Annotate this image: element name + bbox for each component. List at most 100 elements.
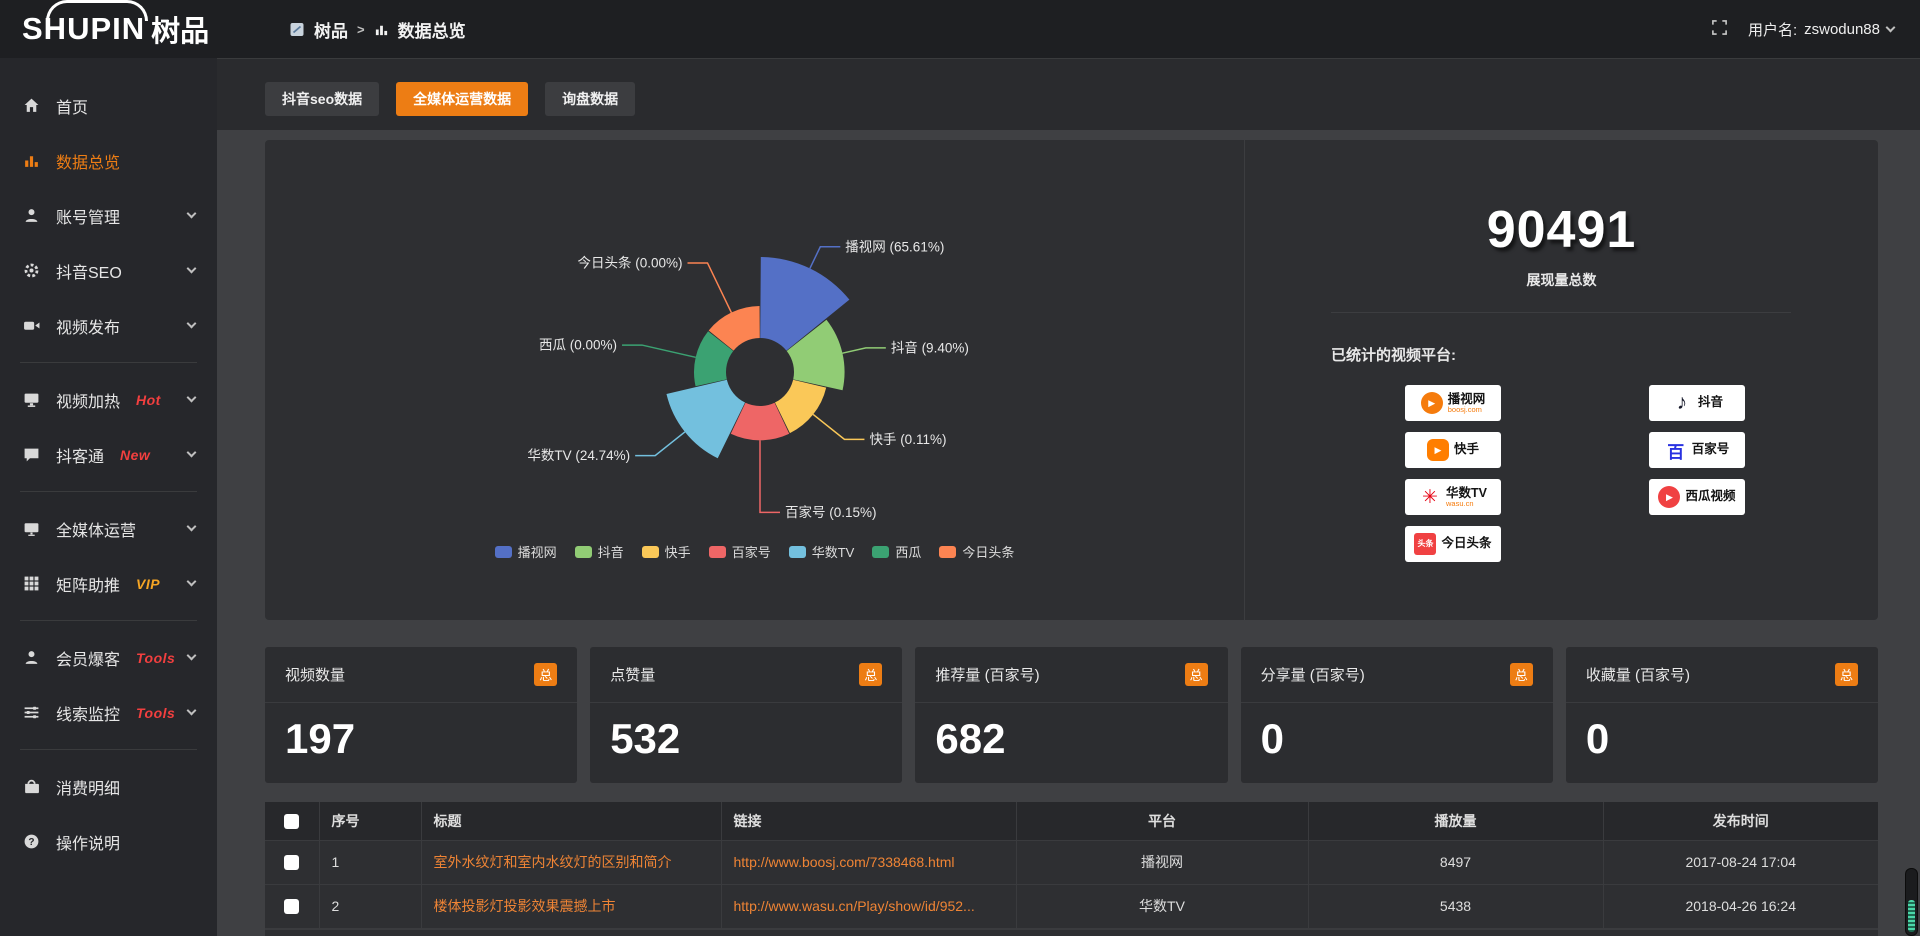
- cell-platform: 播视网: [1016, 840, 1308, 884]
- baijiahao-icon: 百: [1665, 439, 1687, 461]
- total-badge[interactable]: 总: [1510, 663, 1533, 686]
- legend-item[interactable]: 华数TV: [789, 542, 855, 561]
- cell-link[interactable]: http://www.wasu.cn/Play/show/id/952...: [721, 884, 1016, 928]
- sidebar-item-data-overview[interactable]: 数据总览: [0, 133, 217, 188]
- legend-item[interactable]: 抖音: [575, 542, 624, 561]
- cell-title[interactable]: 楼体投影灯投影效果震撼上市: [421, 884, 721, 928]
- platform-badge[interactable]: ▶西瓜视频: [1649, 479, 1745, 515]
- sidebar-item-lead-monitor[interactable]: 线索监控 Tools: [0, 685, 217, 740]
- sidebar-item-label: 账号管理: [56, 204, 120, 228]
- row-checkbox[interactable]: [284, 855, 299, 870]
- platform-subtext: boosj.com: [1448, 406, 1486, 414]
- monitor-icon: [22, 520, 41, 537]
- username-label: 用户名:: [1748, 19, 1797, 40]
- platform-badge[interactable]: ▶快手: [1405, 432, 1501, 468]
- chevron-down-icon: [187, 522, 197, 532]
- toutiao-icon: 头条: [1414, 533, 1436, 555]
- legend-item[interactable]: 百家号: [709, 542, 771, 561]
- legend-item[interactable]: 西瓜: [872, 542, 921, 561]
- fullscreen-icon[interactable]: [1711, 19, 1728, 40]
- screen-icon: [22, 391, 41, 408]
- pie-label-line: [760, 440, 780, 512]
- total-badge[interactable]: 总: [534, 663, 557, 686]
- platform-name: 抖音: [1698, 396, 1723, 409]
- chevron-down-icon: [1886, 22, 1896, 32]
- scrollbar-track[interactable]: [1905, 868, 1918, 936]
- platform-badge[interactable]: ♪ 抖音: [1649, 385, 1745, 421]
- pie-slice[interactable]: [666, 380, 745, 458]
- sidebar-item-douyin-seo[interactable]: 抖音SEO: [0, 243, 217, 298]
- sidebar-item-member-burst[interactable]: 会员爆客 Tools: [0, 630, 217, 685]
- sidebar-item-video-heat[interactable]: 视频加热 Hot: [0, 372, 217, 427]
- pie-label: 百家号 (0.15%): [785, 504, 877, 520]
- legend-swatch: [495, 546, 512, 558]
- total-badge[interactable]: 总: [859, 663, 882, 686]
- stat-card-shares: 分享量 (百家号)总 0: [1241, 647, 1553, 783]
- sliders-icon: [22, 704, 41, 721]
- member-icon: [22, 649, 41, 666]
- sidebar-item-video-publish[interactable]: 视频发布: [0, 298, 217, 353]
- row-checkbox[interactable]: [284, 899, 299, 914]
- sidebar-item-accounts[interactable]: 账号管理: [0, 188, 217, 243]
- tab-inquiry-data[interactable]: 询盘数据: [545, 82, 635, 116]
- chevron-down-icon: [187, 209, 197, 219]
- platform-name: 百家号: [1692, 443, 1730, 456]
- rose-pie-chart: 播视网 (65.61%)抖音 (9.40%)快手 (0.11%)百家号 (0.1…: [265, 140, 1244, 540]
- logo-text-en: SHUPIN: [22, 11, 145, 47]
- cell-link[interactable]: http://www.boosj.com/7338468.html: [721, 840, 1016, 884]
- sidebar-item-spending-details[interactable]: 消费明细: [0, 759, 217, 814]
- sidebar-item-douketong[interactable]: 抖客通 New: [0, 427, 217, 482]
- overview-panel: 播视网 (65.61%)抖音 (9.40%)快手 (0.11%)百家号 (0.1…: [265, 140, 1878, 620]
- sidebar-item-omnimedia[interactable]: 全媒体运营: [0, 501, 217, 556]
- platform-name: 西瓜视频: [1685, 490, 1735, 503]
- legend-item[interactable]: 播视网: [495, 542, 557, 561]
- header-divider: [217, 58, 1920, 59]
- main-content: 播视网 (65.61%)抖音 (9.40%)快手 (0.11%)百家号 (0.1…: [217, 130, 1920, 936]
- hot-tag: Hot: [136, 392, 161, 408]
- wasu-icon: ✳: [1419, 486, 1441, 508]
- legend-item[interactable]: 今日头条: [939, 542, 1014, 561]
- sidebar-item-label: 抖客通: [56, 443, 104, 467]
- user-menu[interactable]: 用户名: zswodun88: [1748, 19, 1894, 40]
- chevron-down-icon: [187, 651, 197, 661]
- sidebar-item-label: 矩阵助推: [56, 572, 120, 596]
- cell-title[interactable]: 室外水纹灯和室内水纹灯的区别和简介: [421, 840, 721, 884]
- new-tag: New: [120, 447, 150, 463]
- card-title: 收藏量 (百家号): [1586, 664, 1690, 685]
- sidebar-item-home[interactable]: 首页: [0, 78, 217, 133]
- breadcrumb-current[interactable]: 数据总览: [398, 17, 466, 42]
- platform-badge[interactable]: 百百家号: [1649, 432, 1745, 468]
- table-row: 1 室外水纹灯和室内水纹灯的区别和简介 http://www.boosj.com…: [265, 840, 1878, 884]
- breadcrumb-root[interactable]: 树品: [314, 17, 348, 42]
- cell-plays: 8497: [1308, 840, 1603, 884]
- col-header-time: 发布时间: [1603, 802, 1878, 840]
- cell-time: 2017-08-24 17:04: [1603, 840, 1878, 884]
- sidebar-item-matrix-boost[interactable]: 矩阵助推 VIP: [0, 556, 217, 611]
- legend-swatch: [709, 546, 726, 558]
- tab-omnimedia-data[interactable]: 全媒体运营数据: [396, 82, 528, 116]
- tab-douyin-seo-data[interactable]: 抖音seo数据: [265, 82, 379, 116]
- platform-badge[interactable]: ✳华数TVwasu.cn: [1405, 479, 1501, 515]
- sidebar-item-label: 抖音SEO: [56, 259, 122, 283]
- home-icon: [22, 97, 41, 114]
- scrollbar-thumb[interactable]: [1908, 900, 1915, 932]
- select-all-checkbox[interactable]: [284, 814, 299, 829]
- platform-badge[interactable]: 头条今日头条: [1405, 526, 1501, 562]
- topbar-right: 用户名: zswodun88: [1711, 0, 1894, 58]
- legend-label: 播视网: [518, 542, 557, 561]
- breadcrumb-separator: >: [357, 22, 365, 37]
- chevron-down-icon: [187, 706, 197, 716]
- total-badge[interactable]: 总: [1185, 663, 1208, 686]
- total-badge[interactable]: 总: [1835, 663, 1858, 686]
- legend-item[interactable]: 快手: [642, 542, 691, 561]
- douyin-icon: ♪: [1671, 392, 1693, 414]
- cell-plays: 5438: [1308, 884, 1603, 928]
- sidebar-item-instructions[interactable]: ? 操作说明: [0, 814, 217, 869]
- pie-label-line: [622, 345, 696, 357]
- pie-label: 快手 (0.11%): [869, 432, 946, 447]
- pie-label: 西瓜 (0.00%): [539, 338, 617, 353]
- app-logo: SHUPIN 树品: [22, 6, 209, 52]
- table-row-partial: [265, 929, 1878, 936]
- platform-badge[interactable]: ▶播视网boosj.com: [1405, 385, 1501, 421]
- sidebar-divider: [20, 620, 197, 621]
